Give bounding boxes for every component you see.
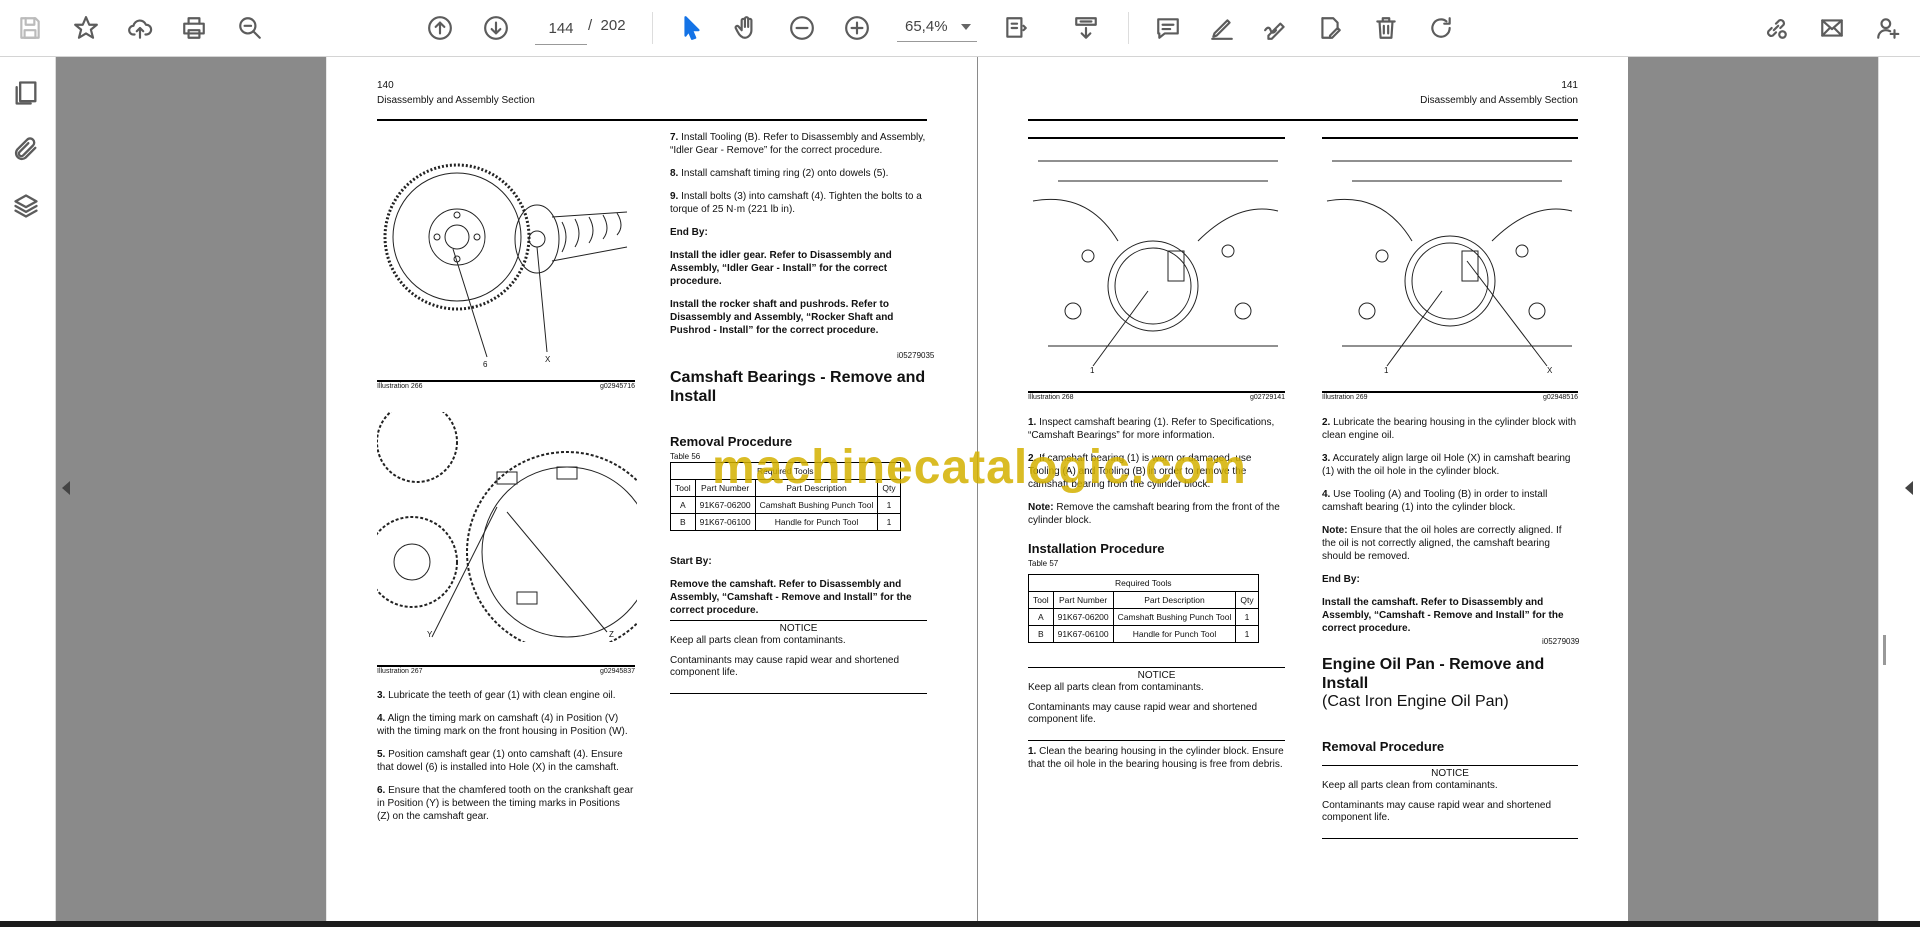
- draw-signature-icon[interactable]: [1260, 12, 1292, 44]
- collapse-left-panel-icon[interactable]: [62, 481, 70, 495]
- start-by-block: Start By: Remove the camshaft. Refer to …: [670, 556, 912, 616]
- notice-box: NOTICE Keep all parts clean from contami…: [1028, 667, 1285, 741]
- table-label: Table 57: [1028, 559, 1059, 568]
- illustration-camshaft-gear: 6 X: [377, 157, 637, 377]
- page-fit-icon[interactable]: [1000, 12, 1032, 44]
- illustration-caption: Illustration 266 g02945716: [377, 380, 635, 390]
- page-number-input[interactable]: [535, 12, 587, 45]
- save-icon[interactable]: [14, 12, 46, 44]
- section-subtitle: (Cast Iron Engine Oil Pan): [1322, 693, 1509, 710]
- next-page-icon[interactable]: [480, 12, 512, 44]
- reference-code: i05279039: [1542, 637, 1580, 646]
- zoom-in-icon[interactable]: [841, 12, 873, 44]
- section-title: Engine Oil Pan - Remove and Install: [1322, 656, 1545, 692]
- hand-tool-icon[interactable]: [730, 12, 762, 44]
- illustration-caption: Illustration 267 g02945837: [377, 665, 635, 675]
- comment-icon[interactable]: [1152, 12, 1184, 44]
- email-envelope-icon[interactable]: [1816, 12, 1848, 44]
- print-icon[interactable]: [178, 12, 210, 44]
- steps-list: 3. Lubricate the teeth of gear (1) with …: [377, 690, 634, 822]
- left-sidebar: [0, 57, 56, 921]
- page-total: / 202: [588, 17, 626, 34]
- chevron-down-icon: [961, 24, 971, 30]
- add-user-icon[interactable]: [1872, 12, 1904, 44]
- scroll-mode-icon[interactable]: [1070, 12, 1102, 44]
- reference-code: i05279035: [897, 351, 935, 360]
- edit-document-icon[interactable]: [1314, 12, 1346, 44]
- steps-list: 1. Clean the bearing housing in the cyli…: [1028, 746, 1284, 770]
- zoom-level-select[interactable]: 65,4%: [897, 12, 977, 42]
- table-label: Table 56: [670, 452, 701, 461]
- share-link-icon[interactable]: [1760, 12, 1792, 44]
- section-header: Disassembly and Assembly Section: [1420, 95, 1578, 106]
- subsection-title: Installation Procedure: [1028, 541, 1165, 556]
- required-tools-table: Required Tools Tool Part Number Part Descr…: [1028, 574, 1259, 643]
- rotate-redo-icon[interactable]: [1425, 12, 1457, 44]
- illustration-oil-hole-alignment: 1 X: [1322, 141, 1578, 391]
- previous-page-icon[interactable]: [424, 12, 456, 44]
- watermark-text: machinecatalogic.com: [712, 441, 1247, 494]
- delete-trash-icon[interactable]: [1370, 12, 1402, 44]
- steps-list: 2. Lubricate the bearing housing in the …: [1322, 417, 1577, 634]
- attachment-paperclip-icon[interactable]: [12, 135, 42, 165]
- illustration-camshaft-bearing: 1: [1028, 141, 1285, 391]
- page-thumbnails-icon[interactable]: [12, 79, 42, 109]
- layers-icon[interactable]: [12, 192, 42, 222]
- illustration-timing-gears: Y Z: [366, 401, 668, 653]
- section-header: Disassembly and Assembly Section: [377, 95, 535, 106]
- vertical-scrollbar[interactable]: [1883, 635, 1886, 665]
- bookmark-star-icon[interactable]: [70, 12, 102, 44]
- notice-box: NOTICE Keep all parts clean from contami…: [1322, 765, 1578, 839]
- page-number: 140: [377, 80, 394, 91]
- page-number: 141: [1561, 80, 1578, 91]
- steps-list: 7. Install Tooling (B). Refer to Disasse…: [670, 132, 926, 336]
- illustration-caption: Illustration 268 g02729141: [1028, 391, 1285, 401]
- toolbar: / 202 65,4%: [0, 0, 1920, 57]
- illustration-caption: Illustration 269 g02948516: [1322, 391, 1578, 401]
- zoom-out-search-icon[interactable]: [234, 12, 266, 44]
- subsection-title: Removal Procedure: [1322, 739, 1445, 754]
- upload-cloud-icon[interactable]: [124, 12, 156, 44]
- select-cursor-icon[interactable]: [676, 12, 708, 44]
- highlight-pen-icon[interactable]: [1206, 12, 1238, 44]
- right-tools-pane: [1878, 57, 1920, 921]
- notice-box: NOTICE Keep all parts clean from contami…: [670, 620, 927, 694]
- viewer-background-left: [56, 57, 326, 921]
- zoom-out-icon[interactable]: [786, 12, 818, 44]
- viewer-background-right: [1628, 57, 1878, 921]
- section-title: Camshaft Bearings - Remove and Install: [670, 369, 926, 405]
- taskbar-strip: [0, 921, 1920, 927]
- expand-right-panel-icon[interactable]: [1905, 481, 1913, 495]
